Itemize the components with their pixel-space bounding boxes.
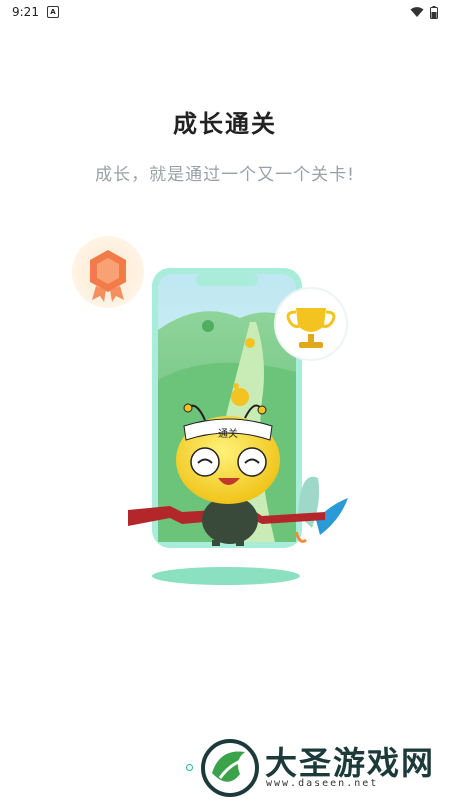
watermark-url: www.daseen.net xyxy=(266,778,379,789)
watermark-logo-icon xyxy=(201,739,259,797)
trophy-icon xyxy=(274,287,348,361)
growth-illustration: 通关 xyxy=(72,236,348,585)
medal-badge-icon xyxy=(72,236,144,308)
headband-label: 通关 xyxy=(218,427,238,440)
page-indicator-dot[interactable] xyxy=(186,764,193,771)
